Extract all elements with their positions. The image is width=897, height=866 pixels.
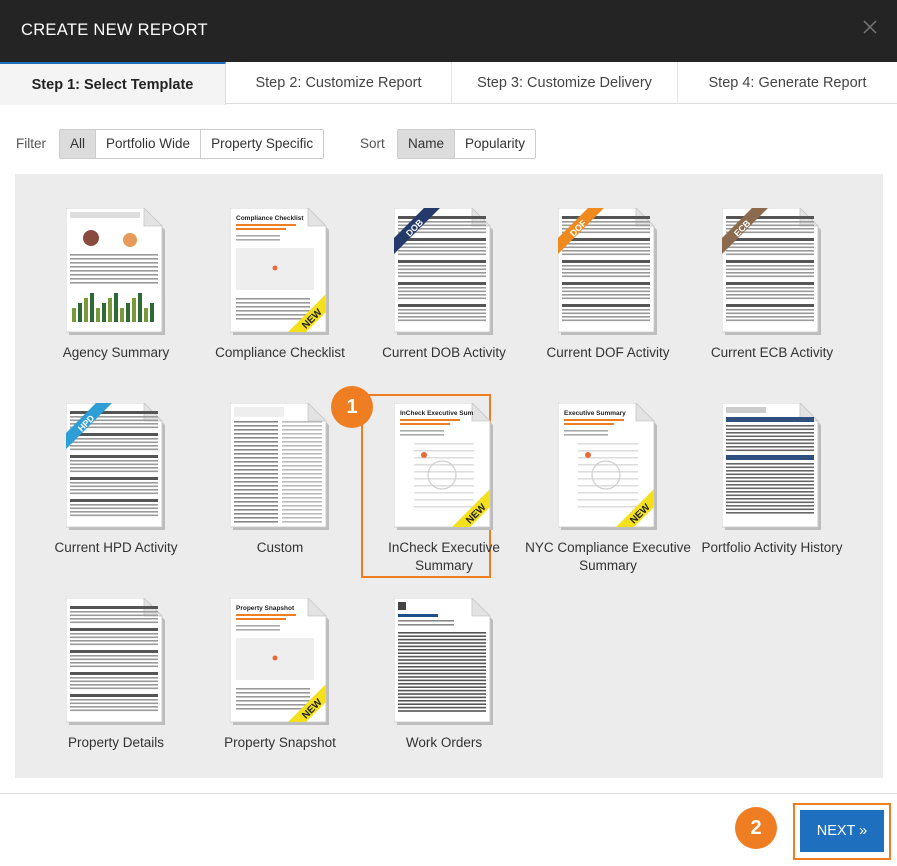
footer-divider [0,793,897,794]
report-thumbnail-icon [394,598,493,725]
template-label: NYC Compliance Executive Summary [525,540,691,573]
svg-text:InCheck Executive Sum: InCheck Executive Sum [400,410,474,417]
template-label: Property Snapshot [224,735,336,750]
template-label: InCheck Executive Summary [388,540,500,573]
template-label: Property Details [67,735,165,750]
annotation-badge-1: 1 [331,386,373,428]
next-button[interactable]: NEXT » [800,810,884,852]
report-thumbnail-icon: Property SnapshotNEW [230,598,329,725]
filter-portfolio-wide-button[interactable]: Portfolio Wide [96,130,202,158]
template-label: Current ECB Activity [710,345,834,360]
template-label: Compliance Checklist [215,345,345,360]
template-label: Current DOF Activity [546,345,670,360]
report-thumbnail-icon: DOF [558,208,657,335]
report-thumbnail-icon: DOB [394,208,493,335]
filter-label: Filter [16,136,46,151]
filter-all-button[interactable]: All [60,130,97,158]
tab-generate-report[interactable]: Step 4: Generate Report [678,62,897,104]
report-thumbnail-icon: Compliance ChecklistNEW [230,208,329,335]
tab-select-template[interactable]: Step 1: Select Template [0,62,226,105]
close-icon[interactable] [861,18,879,36]
sort-name-button[interactable]: Name [398,130,456,158]
report-thumbnail-icon: ECB [722,208,821,335]
template-label: Work Orders [405,735,483,750]
sort-popularity-button[interactable]: Popularity [455,130,536,158]
filter-group: All Portfolio Wide Property Specific [59,129,325,159]
template-label: Current DOB Activity [382,345,506,360]
svg-text:Executive Summary: Executive Summary [564,410,626,417]
step-tabs: Step 1: Select Template Step 2: Customiz… [0,62,897,105]
filter-property-specific-button[interactable]: Property Specific [201,130,324,158]
tab-customize-delivery[interactable]: Step 3: Customize Delivery [452,62,678,104]
sort-label: Sort [360,136,385,151]
template-label: Portfolio Activity History [701,540,843,555]
dialog-header: CREATE NEW REPORT [0,0,897,62]
template-label: Custom [256,540,304,555]
dialog-title: CREATE NEW REPORT [21,21,208,39]
report-thumbnail-icon [66,598,165,725]
report-thumbnail-icon [66,208,165,335]
template-label: Agency Summary [62,345,170,360]
tab-customize-report[interactable]: Step 2: Customize Report [226,62,452,104]
report-thumbnail-icon: Executive SummaryNEW [558,403,657,530]
svg-text:Compliance Checklist: Compliance Checklist [236,215,304,222]
sort-group: Name Popularity [397,129,537,159]
report-thumbnail-icon [722,403,821,530]
annotation-badge-2: 2 [735,807,777,849]
report-thumbnail-icon: HPD [66,403,165,530]
report-thumbnail-icon [230,403,329,530]
svg-text:Property Snapshot: Property Snapshot [236,605,295,612]
report-thumbnail-icon: InCheck Executive SumNEW [394,403,493,530]
template-label: Current HPD Activity [54,540,178,555]
template-grid: Agency Summary Compliance Checklist NEW Com… [15,174,883,778]
